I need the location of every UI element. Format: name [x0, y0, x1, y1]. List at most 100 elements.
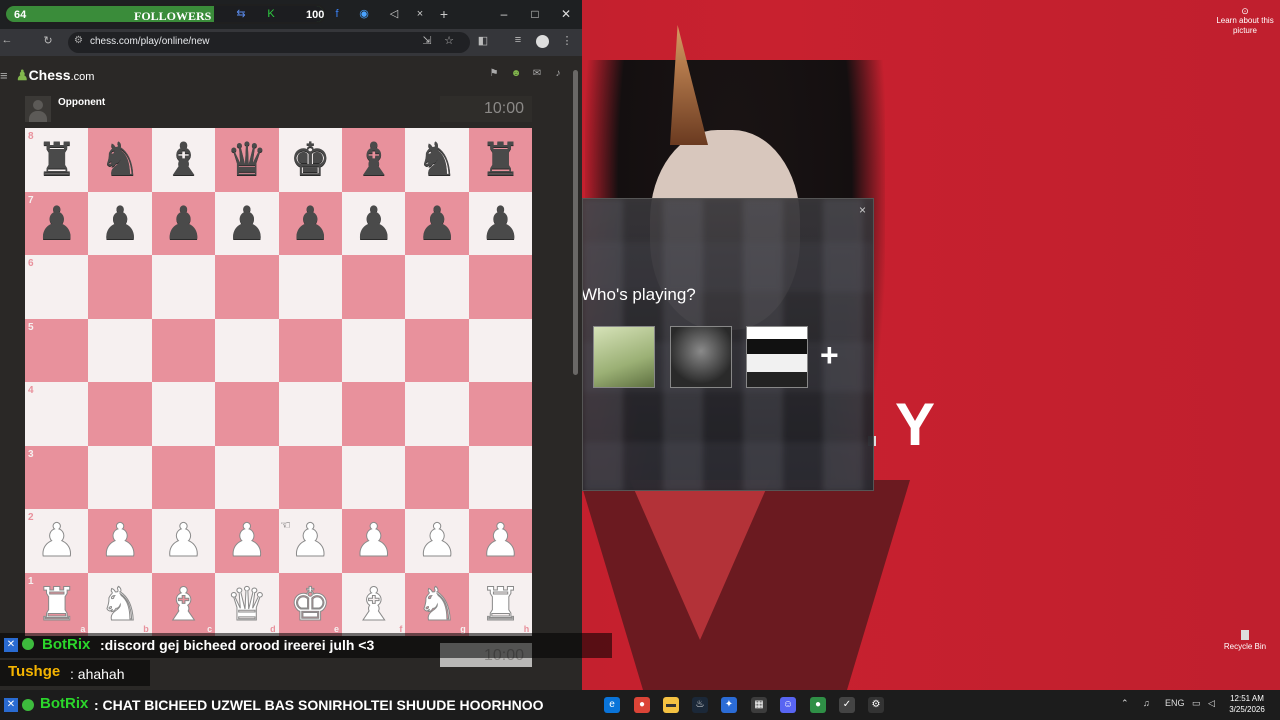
black-knight-piece[interactable]: ♞	[88, 128, 151, 192]
black-queen-piece[interactable]: ♛	[215, 128, 278, 192]
white-pawn-piece[interactable]: ♟	[469, 509, 532, 573]
board-square-c5[interactable]	[151, 318, 216, 382]
board-square-a6[interactable]: 6	[25, 255, 89, 319]
black-pawn-piece[interactable]: ♟	[152, 192, 215, 256]
board-square-g3[interactable]	[405, 445, 469, 509]
board-square-b5[interactable]	[88, 318, 152, 382]
chrome-app-icon[interactable]: ●	[634, 697, 650, 713]
white-pawn-piece[interactable]: ♟	[25, 509, 88, 573]
black-pawn-piece[interactable]: ♟	[25, 192, 88, 256]
maximize-icon[interactable]: □	[527, 6, 543, 22]
close-icon[interactable]: ×	[859, 203, 866, 217]
profile-avatar-1[interactable]	[593, 326, 655, 388]
black-bishop-piece[interactable]: ♝	[152, 128, 215, 192]
black-pawn-piece[interactable]: ♟	[469, 192, 532, 256]
kebab-icon[interactable]: ⋮	[560, 34, 574, 47]
learn-about-picture[interactable]: ⊙ Learn about this picture	[1210, 6, 1280, 36]
board-square-f4[interactable]	[342, 382, 406, 446]
microphone-icon[interactable]: ♫	[1143, 698, 1150, 708]
discord-app-icon[interactable]: ☺	[780, 697, 796, 713]
profile-avatar-2[interactable]	[670, 326, 732, 388]
black-pawn-piece[interactable]: ♟	[405, 192, 468, 256]
board-square-c6[interactable]	[151, 255, 216, 319]
taskbar-clock[interactable]: 12:51 AM 3/25/2026	[1222, 693, 1272, 715]
volume-icon[interactable]: ◁	[1208, 698, 1215, 709]
board-square-b4[interactable]	[88, 382, 152, 446]
black-bishop-piece[interactable]: ♝	[342, 128, 405, 192]
board-square-e5[interactable]	[278, 318, 342, 382]
board-square-h4[interactable]	[468, 382, 533, 446]
board-square-b6[interactable]	[88, 255, 152, 319]
page-scrollbar[interactable]	[572, 60, 580, 680]
white-pawn-piece[interactable]: ♟	[405, 509, 468, 573]
notifications-icon[interactable]: ♪	[552, 68, 564, 80]
white-pawn-piece[interactable]: ♟	[215, 509, 278, 573]
white-rook-piece[interactable]: ♜	[25, 573, 88, 637]
scrollbar-thumb[interactable]	[573, 70, 578, 375]
white-knight-piece[interactable]: ♞	[88, 573, 151, 637]
store-app-icon[interactable]: ▦	[751, 697, 767, 713]
board-square-e3[interactable]	[278, 445, 342, 509]
back-icon[interactable]: ←	[0, 34, 14, 46]
white-knight-piece[interactable]: ♞	[405, 573, 468, 637]
board-square-g4[interactable]	[405, 382, 469, 446]
white-pawn-piece[interactable]: ♟	[342, 509, 405, 573]
new-tab-icon[interactable]: +	[437, 7, 451, 21]
edge-app-icon[interactable]: e	[604, 697, 620, 713]
white-bishop-piece[interactable]: ♝	[152, 573, 215, 637]
board-square-d5[interactable]	[215, 318, 279, 382]
app-icon[interactable]: ✓	[839, 697, 855, 713]
board-square-f3[interactable]	[342, 445, 406, 509]
board-square-h3[interactable]	[468, 445, 533, 509]
board-square-d6[interactable]	[215, 255, 279, 319]
minimize-icon[interactable]: –	[496, 6, 512, 22]
black-rook-piece[interactable]: ♜	[25, 128, 88, 192]
white-rook-piece[interactable]: ♜	[469, 573, 532, 637]
network-icon[interactable]: ▭	[1192, 698, 1201, 709]
tab-audio-icon[interactable]: ◁	[387, 7, 401, 21]
tab-kick-icon[interactable]: K	[264, 7, 278, 21]
board-square-g5[interactable]	[405, 318, 469, 382]
tab-favicon-icon[interactable]: ⇆	[234, 7, 248, 21]
steam-app-icon[interactable]: ♨	[692, 697, 708, 713]
black-pawn-piece[interactable]: ♟	[342, 192, 405, 256]
board-square-d3[interactable]	[215, 445, 279, 509]
tray-chevron-icon[interactable]: ⌃	[1121, 698, 1129, 709]
tab-close-icon[interactable]: ×	[413, 7, 427, 21]
board-square-a3[interactable]: 3	[25, 445, 89, 509]
black-pawn-piece[interactable]: ♟	[88, 192, 151, 256]
profile-icon[interactable]	[536, 35, 549, 48]
board-square-b3[interactable]	[88, 445, 152, 509]
reload-icon[interactable]: ↻	[41, 34, 55, 47]
board-square-a5[interactable]: 5	[25, 318, 89, 382]
add-profile-button[interactable]: +	[820, 339, 839, 371]
white-pawn-piece[interactable]: ♟	[88, 509, 151, 573]
settings-app-icon[interactable]: ⚙	[868, 697, 884, 713]
hamburger-icon[interactable]: ≡	[0, 68, 8, 83]
board-square-a4[interactable]: 4	[25, 382, 89, 446]
chess-board[interactable]: 8 ♜ ♞ ♝ ♛ ♚ ♝ ♞ ♜ 7 ♟ ♟ ♟ ♟ ♟ ♟ ♟ ♟ 6 5 4 3 2 ♟ ♟ ♟ ♟ ♟ ♟ ♟ ♟ 1 a ♜ b ♞ c ♝ d ♛…	[25, 128, 533, 637]
board-square-d4[interactable]	[215, 382, 279, 446]
window-close-icon[interactable]: ✕	[558, 6, 574, 22]
chrome-profile-icon[interactable]: ●	[810, 697, 826, 713]
white-queen-piece[interactable]: ♛	[215, 573, 278, 637]
black-king-piece[interactable]: ♚	[279, 128, 342, 192]
board-square-e6[interactable]	[278, 255, 342, 319]
analysis-icon[interactable]: ⚑	[488, 68, 500, 80]
copilot-app-icon[interactable]: ✦	[721, 697, 737, 713]
black-pawn-piece[interactable]: ♟	[215, 192, 278, 256]
chesscom-logo[interactable]: ♟Chess.com	[16, 67, 94, 84]
extensions-icon[interactable]: ◧	[476, 34, 490, 47]
board-square-h5[interactable]	[468, 318, 533, 382]
board-square-c3[interactable]	[151, 445, 216, 509]
tab-messenger-icon[interactable]: ◉	[357, 7, 371, 21]
board-square-f5[interactable]	[342, 318, 406, 382]
board-square-e4[interactable]	[278, 382, 342, 446]
omnibox[interactable]: ⚙ chess.com/play/online/new	[68, 32, 470, 53]
black-rook-piece[interactable]: ♜	[469, 128, 532, 192]
install-icon[interactable]: ⇲	[420, 34, 434, 47]
star-icon[interactable]: ☆	[442, 34, 456, 47]
board-square-g6[interactable]	[405, 255, 469, 319]
tune-icon[interactable]: ⚙	[74, 35, 83, 46]
black-knight-piece[interactable]: ♞	[405, 128, 468, 192]
